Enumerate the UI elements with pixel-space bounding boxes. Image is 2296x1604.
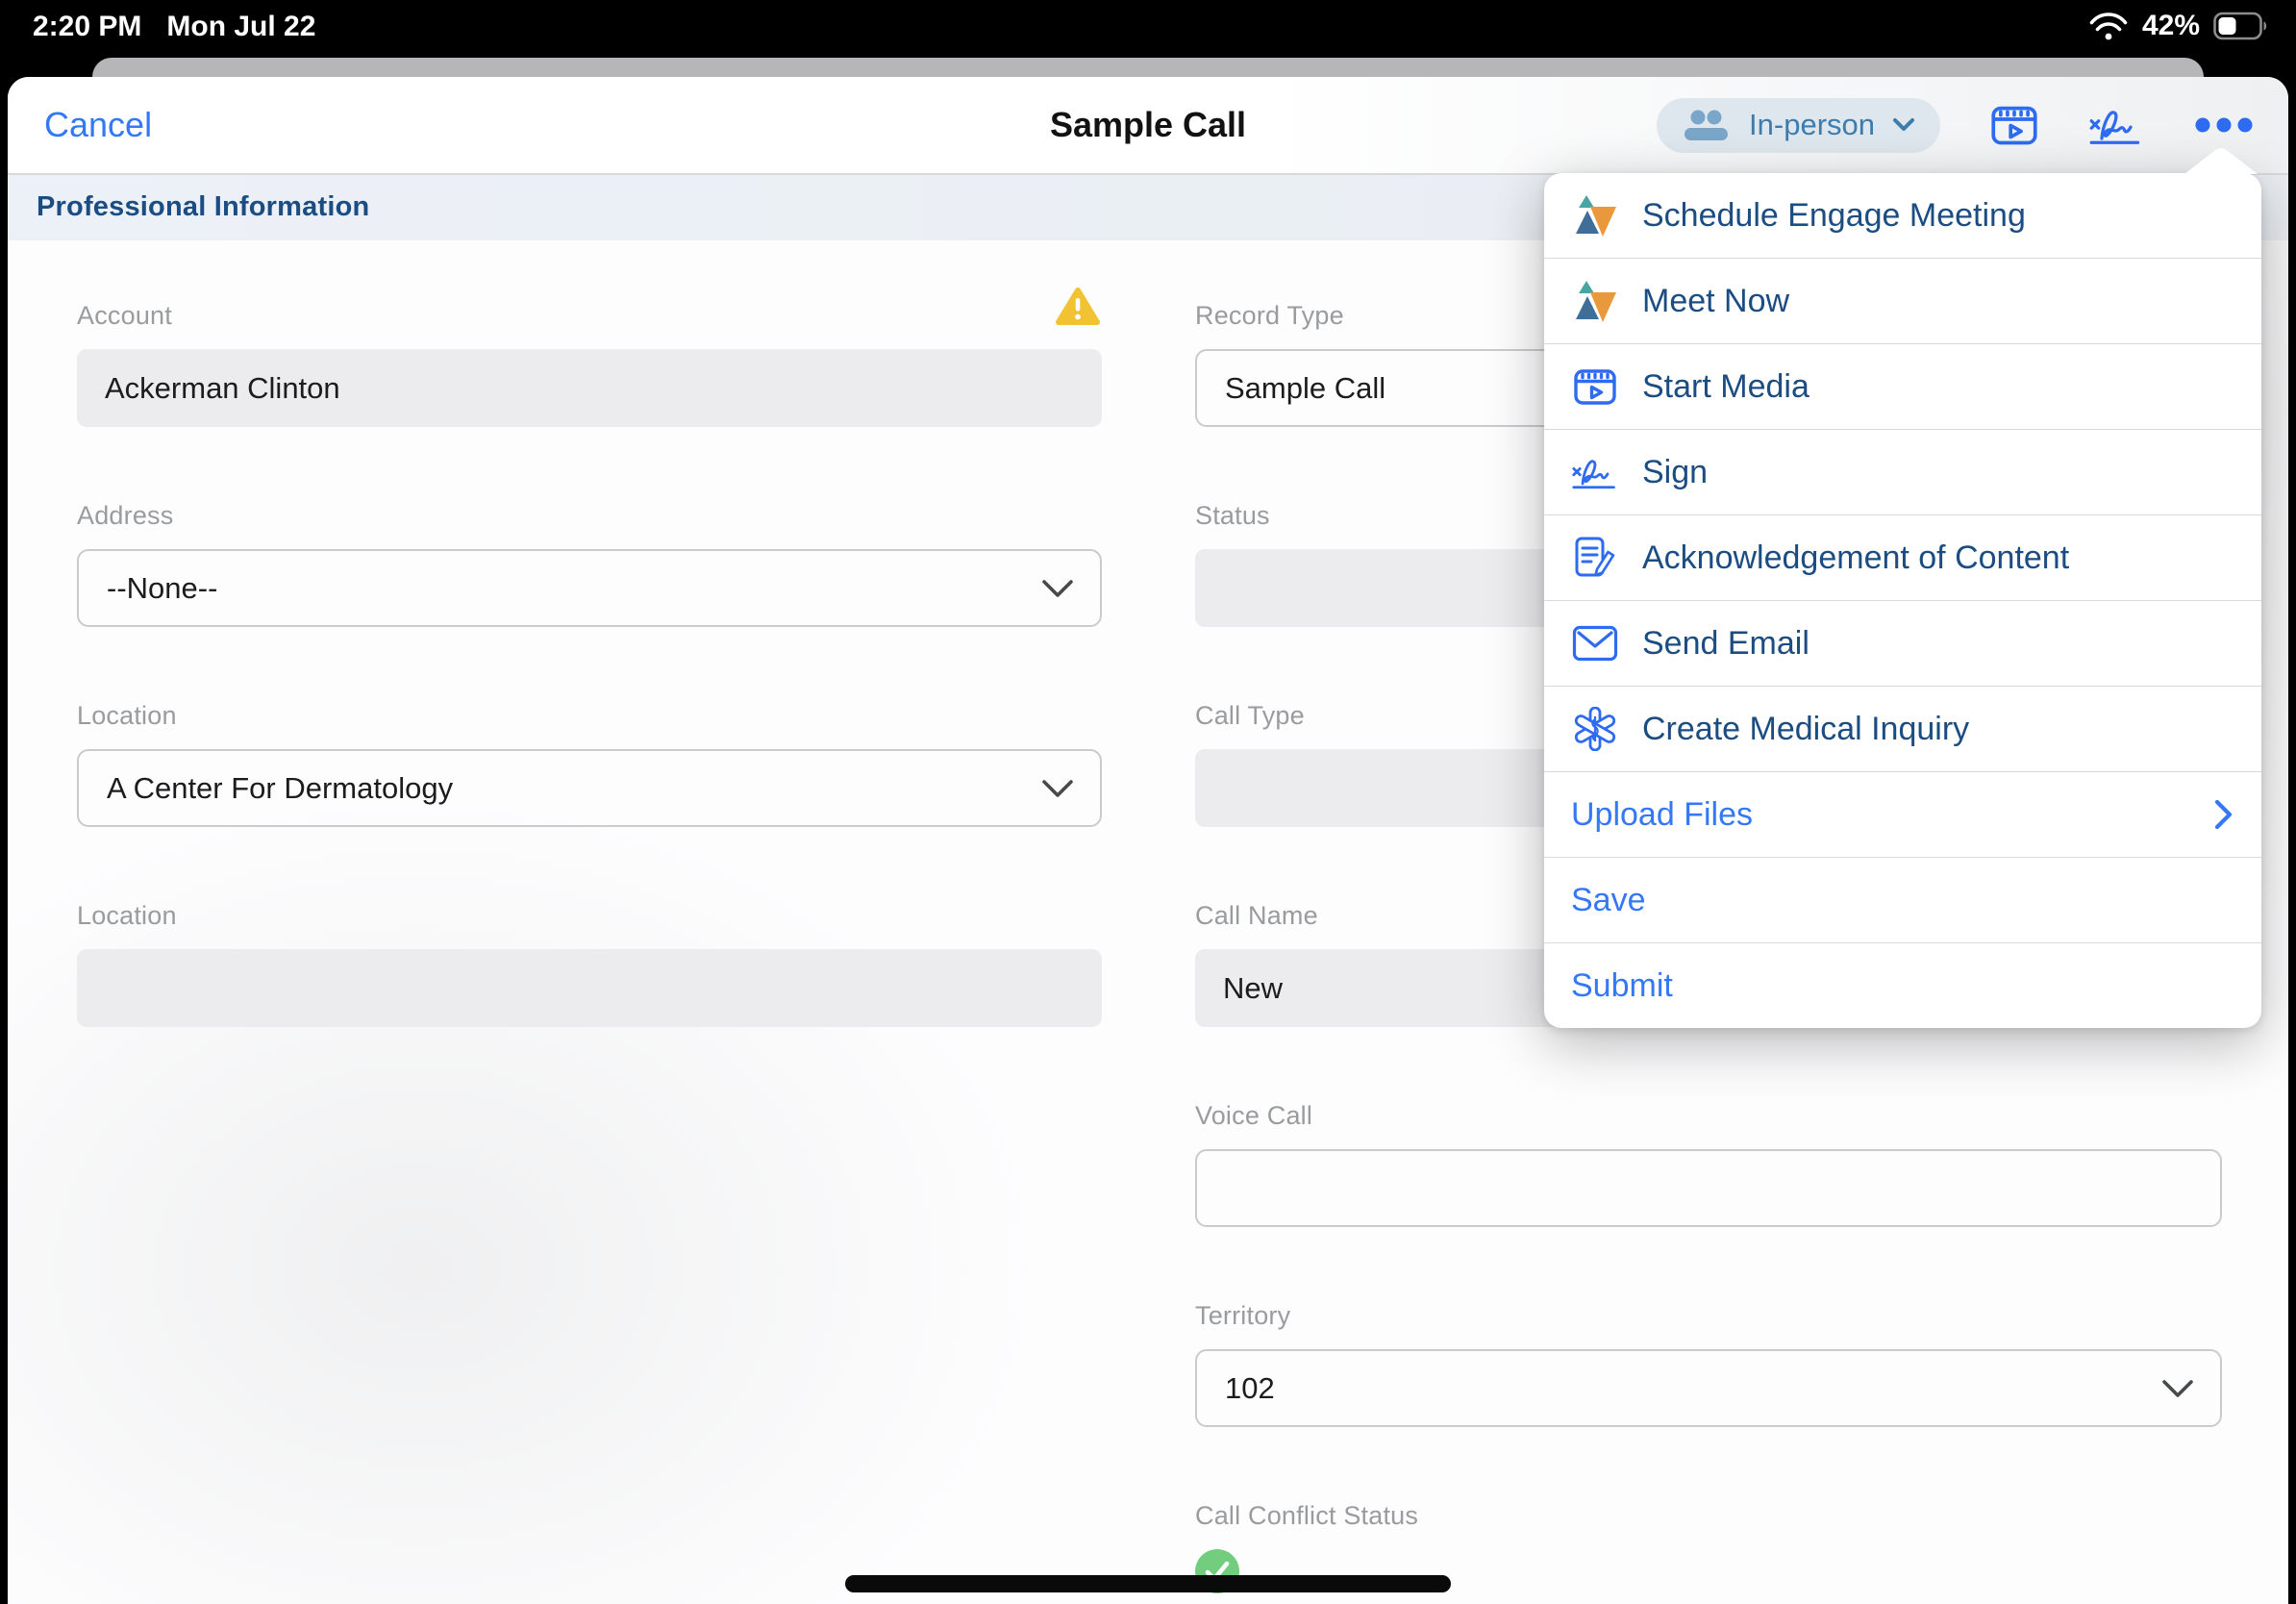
- location-dropdown[interactable]: A Center For Dermatology: [77, 749, 1102, 827]
- menu-item-label: Sign: [1642, 454, 1708, 491]
- call-report-sheet: Cancel Sample Call In-person: [8, 77, 2288, 1604]
- chevron-right-icon: [2213, 797, 2234, 832]
- status-time: 2:20 PM: [33, 11, 141, 43]
- menu-item-schedule-engage-meeting[interactable]: Schedule Engage Meeting: [1544, 173, 2261, 258]
- media-icon: [1571, 363, 1619, 411]
- chevron-down-icon: [1892, 117, 1915, 133]
- field-value: Ackerman Clinton: [105, 371, 340, 406]
- field-value: --None--: [107, 571, 217, 606]
- field-label: Territory: [1195, 1300, 2222, 1332]
- field-label: Account: [77, 300, 1102, 332]
- chevron-down-icon: [1041, 578, 1074, 598]
- start-media-button[interactable]: [1990, 101, 2038, 149]
- menu-item-label: Schedule Engage Meeting: [1642, 197, 2026, 235]
- field-address: Address --None--: [77, 500, 1102, 627]
- menu-item-upload-files[interactable]: Upload Files: [1544, 771, 2261, 857]
- menu-item-label: Acknowledgement of Content: [1642, 539, 2069, 577]
- voice-call-field[interactable]: [1195, 1149, 2222, 1227]
- page-title: Sample Call: [1050, 77, 1246, 173]
- call-channel-label: In-person: [1749, 108, 1875, 142]
- popup-arrow: [2184, 147, 2258, 174]
- cancel-button[interactable]: Cancel: [44, 77, 152, 173]
- battery-percent: 42%: [2142, 10, 2200, 42]
- screen: 2:20 PM Mon Jul 22 42%: [0, 0, 2296, 1604]
- field-value: 102: [1225, 1371, 1275, 1406]
- field-label: Address: [77, 500, 1102, 532]
- menu-item-meet-now[interactable]: Meet Now: [1544, 258, 2261, 343]
- field-location: Location A Center For Dermatology: [77, 700, 1102, 827]
- medical-icon: [1571, 705, 1619, 753]
- menu-item-label: Meet Now: [1642, 283, 1789, 320]
- menu-item-label: Save: [1571, 882, 1646, 919]
- field-label: Location: [77, 700, 1102, 732]
- more-actions-menu: Schedule Engage Meeting Meet Now Start Med…: [1544, 173, 2261, 1028]
- menu-item-acknowledgement-of-content[interactable]: Acknowledgement of Content: [1544, 514, 2261, 600]
- acknowledgement-icon: [1571, 534, 1619, 582]
- territory-dropdown[interactable]: 102: [1195, 1349, 2222, 1427]
- battery-icon: [2213, 12, 2269, 40]
- menu-item-start-media[interactable]: Start Media: [1544, 343, 2261, 429]
- engage-icon: [1571, 277, 1619, 325]
- signature-button[interactable]: [2088, 103, 2144, 147]
- chevron-down-icon: [2161, 1378, 2194, 1398]
- people-icon: [1682, 108, 1732, 142]
- menu-item-label: Submit: [1571, 967, 1673, 1005]
- field-voice-call: Voice Call: [1195, 1100, 2222, 1227]
- home-indicator[interactable]: [845, 1575, 1451, 1592]
- status-bar: 2:20 PM Mon Jul 22 42%: [0, 0, 2296, 54]
- toolbar: In-person: [1657, 77, 2254, 173]
- menu-item-label: Upload Files: [1571, 796, 1753, 834]
- menu-item-label: Start Media: [1642, 368, 1809, 406]
- field-label: Voice Call: [1195, 1100, 2222, 1132]
- email-icon: [1571, 619, 1619, 667]
- menu-item-sign[interactable]: Sign: [1544, 429, 2261, 514]
- section-title: Professional Information: [37, 191, 369, 223]
- field-label: Call Conflict Status: [1195, 1500, 2222, 1532]
- menu-item-save[interactable]: Save: [1544, 857, 2261, 942]
- form-column-left: Account Ackerman Clinton Address --None-- Lo…: [77, 240, 1102, 1604]
- signature-icon: [1571, 448, 1619, 496]
- more-actions-button[interactable]: [2194, 116, 2254, 134]
- field-value: New: [1223, 971, 1283, 1006]
- nav-bar: Cancel Sample Call In-person: [8, 77, 2288, 175]
- call-channel-selector[interactable]: In-person: [1657, 98, 1940, 153]
- field-value: Sample Call: [1225, 371, 1385, 406]
- menu-item-create-medical-inquiry[interactable]: Create Medical Inquiry: [1544, 686, 2261, 771]
- menu-item-label: Send Email: [1642, 625, 1809, 663]
- status-date: Mon Jul 22: [166, 11, 315, 43]
- chevron-down-icon: [1041, 778, 1074, 798]
- location-field: [77, 949, 1102, 1027]
- field-value: A Center For Dermatology: [107, 771, 453, 806]
- field-account: Account Ackerman Clinton: [77, 300, 1102, 427]
- wifi-icon: [2088, 11, 2129, 41]
- warning-icon: [1056, 287, 1100, 332]
- account-field: Ackerman Clinton: [77, 349, 1102, 427]
- engage-icon: [1571, 191, 1619, 239]
- menu-item-send-email[interactable]: Send Email: [1544, 600, 2261, 686]
- field-location: Location: [77, 900, 1102, 1027]
- field-territory: Territory 102: [1195, 1300, 2222, 1427]
- field-label: Location: [77, 900, 1102, 932]
- menu-item-submit[interactable]: Submit: [1544, 942, 2261, 1028]
- menu-item-label: Create Medical Inquiry: [1642, 711, 1969, 748]
- address-dropdown[interactable]: --None--: [77, 549, 1102, 627]
